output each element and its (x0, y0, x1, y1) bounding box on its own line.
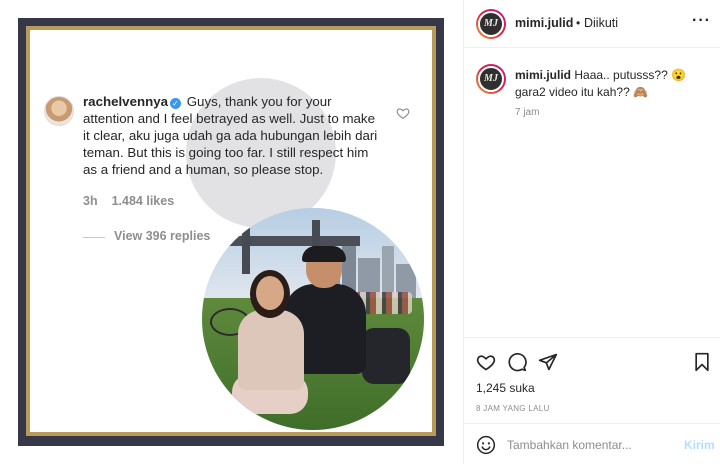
comment-bar: Kirim (464, 423, 720, 464)
post-details-panel: MJ mimi.julid • Diikuti ··· MJ mimi.juli… (463, 0, 720, 464)
caption-username[interactable]: mimi.julid (515, 68, 571, 82)
header-separator: • (576, 16, 581, 30)
follow-status-button[interactable]: Diikuti (584, 16, 618, 30)
post-media[interactable]: rachelvennya ✓ Guys, thank you for your a… (0, 0, 462, 464)
bookmark-icon[interactable] (692, 352, 712, 372)
comment-input[interactable] (507, 436, 667, 454)
comment-likes: 1.484 likes (111, 194, 175, 208)
comment-time: 3h (83, 194, 98, 208)
comment-meta: 3h 1.484 likes (83, 194, 174, 208)
couple-photo (202, 208, 424, 430)
send-icon[interactable] (538, 352, 558, 372)
comment-heart-icon (396, 108, 410, 119)
screenshot-comment: rachelvennya ✓ Guys, thank you for your a… (83, 93, 383, 178)
photo-backpack (362, 328, 410, 384)
heart-icon[interactable] (476, 352, 496, 372)
header-username[interactable]: mimi.julid (515, 16, 573, 30)
caption-avatar[interactable]: MJ (476, 64, 506, 94)
post-date: 8 JAM YANG LALU (476, 404, 550, 413)
post-header: MJ mimi.julid • Diikuti ··· (464, 0, 720, 48)
action-bar (464, 337, 720, 383)
photo-woman (232, 270, 312, 420)
verified-icon: ✓ (170, 98, 182, 109)
bridge-tower (242, 220, 250, 274)
more-options-icon[interactable]: ··· (692, 12, 711, 30)
comment-icon[interactable] (507, 352, 527, 372)
view-replies-label: View 396 replies (114, 229, 211, 243)
post-comment-button[interactable]: Kirim (684, 438, 715, 452)
caption: mimi.julid Haaa.. putusss?? 😮 gara2 vide… (515, 67, 709, 101)
comment-username: rachelvennya (83, 94, 169, 109)
replies-divider (83, 237, 105, 238)
caption-time: 7 jam (515, 107, 540, 118)
post-image: rachelvennya ✓ Guys, thank you for your a… (30, 30, 432, 432)
photo-bridge (210, 236, 360, 246)
likes-count[interactable]: 1,245 suka (476, 381, 535, 395)
header-avatar[interactable]: MJ (476, 9, 506, 39)
emoji-icon[interactable] (476, 435, 496, 455)
comment-avatar (44, 96, 74, 126)
